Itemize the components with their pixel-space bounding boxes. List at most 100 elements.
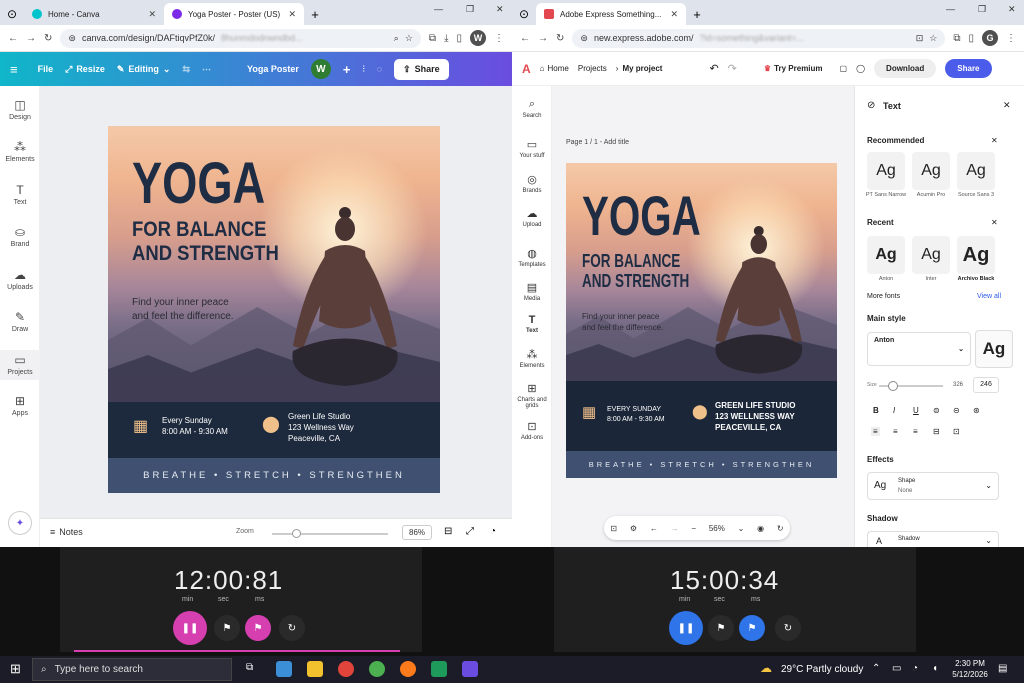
reset-button[interactable]: ↻: [279, 615, 305, 641]
analytics-icon[interactable]: ⫶: [362, 64, 364, 75]
sidebar-item-brand[interactable]: ⛀ Brand: [0, 225, 40, 248]
sidebar-item-draw[interactable]: ✎ Draw: [0, 310, 40, 333]
editing-mode-button[interactable]: ✎ Editing ⌄: [117, 64, 171, 75]
forward-icon[interactable]: →: [538, 33, 548, 44]
font-tile-archivo-black[interactable]: Ag: [957, 236, 995, 274]
new-tab-icon[interactable]: +: [304, 3, 326, 25]
back-icon[interactable]: ←: [520, 33, 530, 44]
volume-icon[interactable]: ◖: [932, 663, 938, 674]
size-slider-thumb[interactable]: [888, 381, 898, 391]
font-tile-inter[interactable]: Ag: [912, 236, 950, 274]
fullscreen-icon[interactable]: ⤢: [466, 526, 474, 537]
notifications-icon[interactable]: ▤: [998, 663, 1007, 674]
zoom-slider-thumb[interactable]: [292, 529, 301, 538]
comments-icon[interactable]: ◌: [377, 64, 382, 74]
sidebar-item-elements[interactable]: ⁂ Elements: [0, 140, 40, 163]
close-window-icon[interactable]: ✕: [496, 4, 504, 15]
page-view-icon[interactable]: ⊡: [610, 524, 617, 533]
zoom-slider-track[interactable]: [272, 533, 388, 535]
maximize-icon[interactable]: ❐: [978, 4, 986, 15]
zoom-out-icon[interactable]: −: [691, 524, 696, 533]
hamburger-menu-icon[interactable]: ≡: [10, 62, 18, 77]
resize-button[interactable]: ⤢ Resize: [65, 64, 105, 75]
new-tab-icon[interactable]: +: [686, 3, 708, 25]
clock-app-icon[interactable]: [431, 661, 447, 677]
url-field[interactable]: ⊜ new.express.adobe.com/ ?id=something&va…: [572, 28, 946, 48]
install-app-icon[interactable]: ⊡: [916, 33, 924, 44]
size-input[interactable]: 246: [973, 377, 999, 393]
align-left-icon[interactable]: ≡: [871, 427, 880, 436]
zoom-value[interactable]: 86%: [402, 525, 433, 540]
share-button[interactable]: ⇪ Share: [394, 58, 449, 80]
windows-start-icon[interactable]: ⊞: [10, 661, 21, 677]
align-right-icon[interactable]: ≡: [913, 427, 918, 436]
help-icon[interactable]: ◔: [490, 526, 496, 537]
reset-button[interactable]: ↻: [775, 615, 801, 641]
tab-home-canva[interactable]: Home - Canva ✕: [24, 3, 164, 25]
font-tile-acumin-pro[interactable]: Ag: [912, 152, 950, 190]
yoga-poster[interactable]: YOGA FOR BALANCE AND STRENGTH Find your i…: [108, 126, 440, 493]
profile-avatar[interactable]: W: [470, 30, 486, 46]
flag-active-button[interactable]: ⚑: [245, 615, 271, 641]
close-icon[interactable]: ✕: [288, 9, 296, 20]
tab-yoga-poster[interactable]: Yoga Poster - Poster (US) ✕: [164, 3, 304, 25]
forward-icon[interactable]: →: [26, 33, 36, 44]
tray-chevron-icon[interactable]: ⌃: [872, 663, 880, 674]
maximize-icon[interactable]: ❐: [466, 4, 474, 15]
align-center-icon[interactable]: ≡: [893, 427, 898, 436]
sidebar-item-apps[interactable]: ⊞ Apps: [0, 394, 40, 417]
projects-link[interactable]: Projects: [578, 64, 607, 73]
spacing-icon[interactable]: ⊟: [933, 427, 940, 436]
home-link[interactable]: ⌂ Home: [540, 64, 569, 73]
firefox-icon[interactable]: [400, 661, 416, 677]
sidebar-item-templates[interactable]: ◍ Templates: [512, 247, 552, 268]
refresh-icon[interactable]: ↻: [777, 524, 784, 533]
lap-button[interactable]: ⚑: [214, 615, 240, 641]
font-preview[interactable]: Ag: [975, 330, 1013, 368]
magic-assistant-icon[interactable]: ✦: [8, 511, 32, 535]
file-explorer-icon[interactable]: [307, 661, 323, 677]
more-icon[interactable]: ⋯: [202, 64, 211, 75]
dismiss-icon[interactable]: ✕: [991, 218, 998, 227]
clock[interactable]: 2:30 PM 5/12/2026: [952, 659, 988, 681]
user-avatar[interactable]: W: [310, 59, 331, 79]
pages-icon[interactable]: ⊟: [444, 526, 452, 537]
weather-text[interactable]: 29°C Partly cloudy: [781, 664, 863, 675]
zoom-lens-icon[interactable]: ⌕: [394, 33, 399, 44]
close-icon[interactable]: ✕: [670, 9, 678, 20]
font-tile-anton[interactable]: Ag: [867, 236, 905, 274]
settings-icon[interactable]: ⚙: [630, 524, 637, 533]
chrome-icon[interactable]: [338, 661, 354, 677]
sidebar-item-search[interactable]: ⌕ Search: [512, 98, 552, 119]
font-tile-source-sans[interactable]: Ag: [957, 152, 995, 190]
chevron-down-icon[interactable]: ⌄: [738, 524, 745, 533]
tab-menu-icon[interactable]: ⊙: [512, 3, 536, 25]
doc-title[interactable]: Yoga Poster: [247, 64, 299, 74]
reload-icon[interactable]: ↻: [44, 33, 52, 44]
mobile-icon[interactable]: ▢: [840, 64, 848, 73]
browser-menu-icon[interactable]: ⋮: [1006, 33, 1016, 44]
minimize-icon[interactable]: —: [434, 4, 443, 14]
try-premium-button[interactable]: ♛ Try Premium: [764, 64, 823, 73]
download-button[interactable]: Download: [874, 59, 937, 78]
taskbar-search[interactable]: ⌕ Type here to search: [32, 658, 232, 681]
add-collaborator-icon[interactable]: +: [343, 62, 351, 77]
network-icon[interactable]: ◔: [912, 663, 918, 674]
bold-icon[interactable]: B: [873, 406, 879, 415]
extensions-icon[interactable]: ⧉: [953, 33, 960, 44]
url-field[interactable]: ⊜ canva.com/design/DAFtiqvPfZ0k/8hunmdod…: [60, 28, 421, 48]
page-label[interactable]: Page 1 / 1 - Add title: [566, 139, 629, 146]
sidepanel-icon[interactable]: ▯: [456, 33, 462, 44]
list-icon[interactable]: ⊛: [973, 406, 980, 415]
strikethrough-icon[interactable]: ⊜: [933, 406, 940, 415]
file-menu[interactable]: File: [38, 64, 54, 74]
sidebar-item-text[interactable]: T Text: [0, 183, 40, 206]
undo-icon[interactable]: ↶: [709, 62, 718, 75]
font-tile-pt-sans-narrow[interactable]: Ag: [867, 152, 905, 190]
sidebar-item-uploads[interactable]: ☁ Uploads: [0, 268, 40, 291]
fit-icon[interactable]: ◉: [757, 524, 764, 533]
reload-icon[interactable]: ↻: [556, 33, 564, 44]
font-family-select[interactable]: Anton ⌄: [867, 332, 971, 366]
view-all-link[interactable]: View all: [977, 293, 1001, 300]
task-view-icon[interactable]: ⧉: [246, 662, 253, 673]
